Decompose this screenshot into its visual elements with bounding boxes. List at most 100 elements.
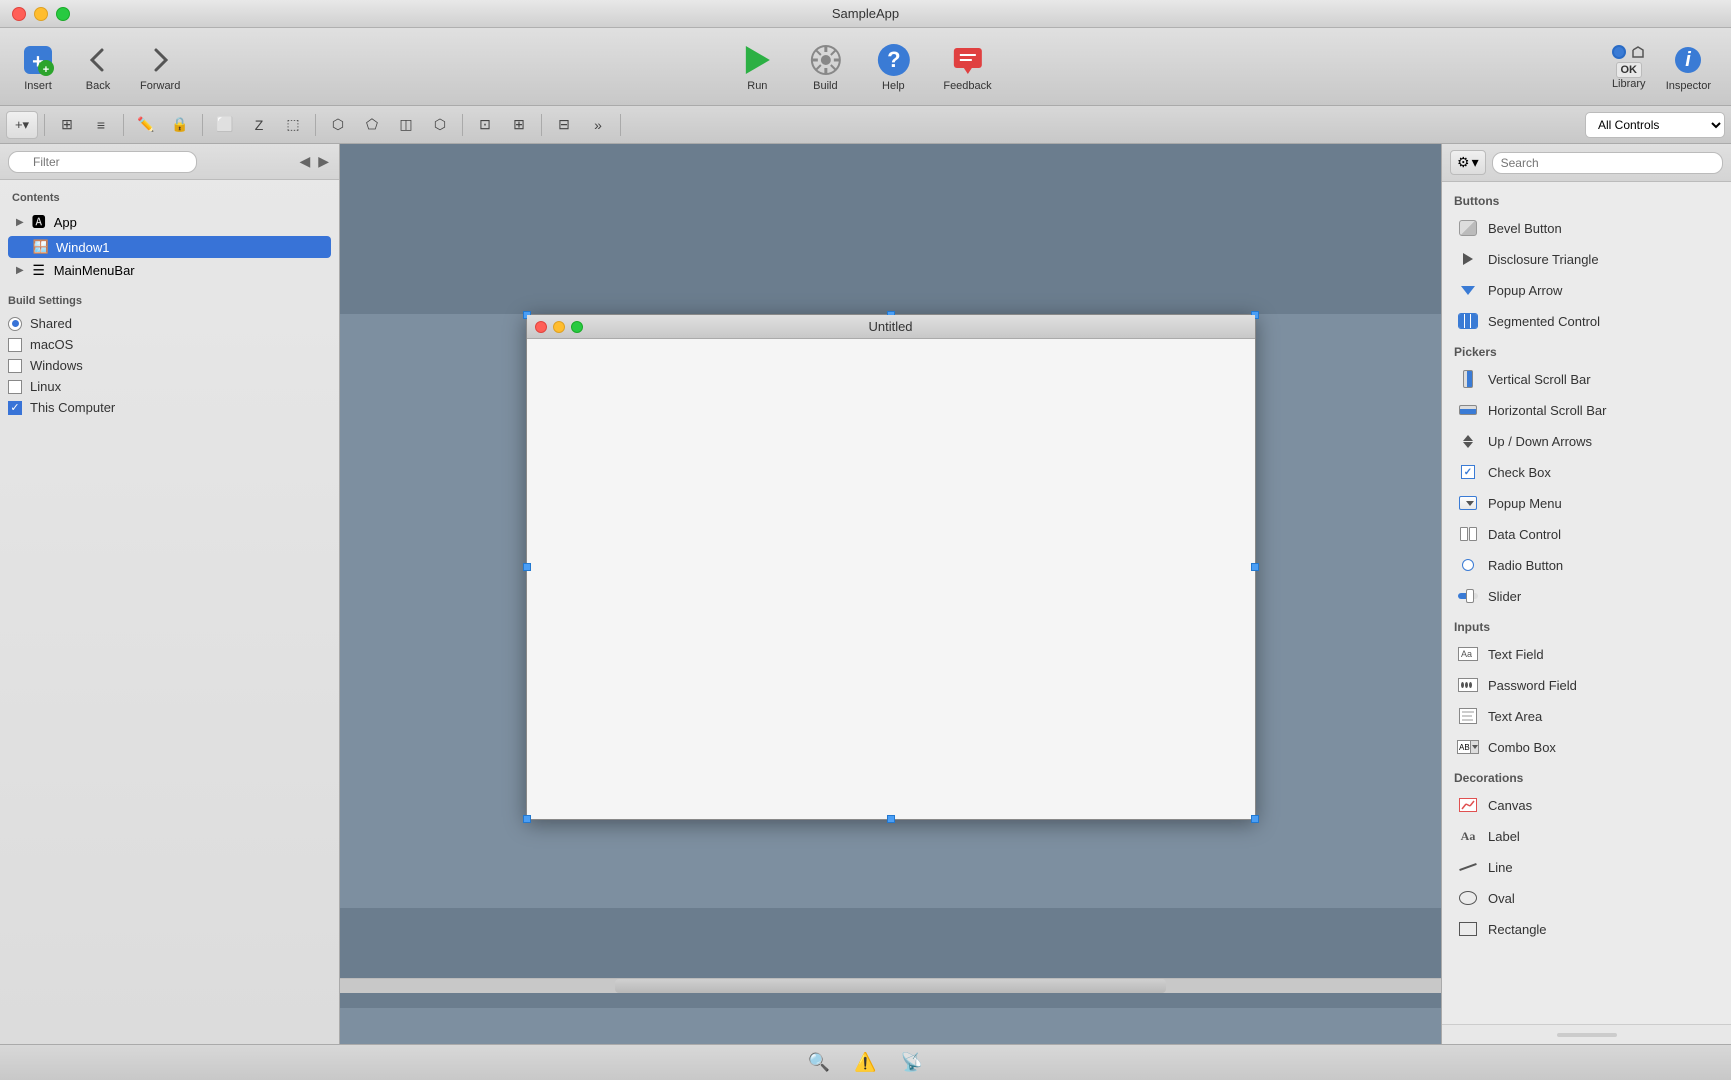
forward-button[interactable]: Forward (132, 38, 188, 96)
canvas-area[interactable]: Untitled (340, 144, 1441, 1044)
segmented-control-item[interactable]: Segmented Control (1446, 306, 1727, 336)
password-field-label: Password Field (1488, 678, 1577, 693)
filter-input[interactable] (8, 151, 197, 173)
popup-menu-item[interactable]: Popup Menu (1446, 488, 1727, 518)
lock-button[interactable]: 🔒 (164, 111, 196, 139)
warning-status-icon[interactable]: ⚠️ (854, 1052, 876, 1073)
text-field-item[interactable]: Aa Text Field (1446, 639, 1727, 669)
align-left-button[interactable]: ⊟ (548, 111, 580, 139)
controls-dropdown[interactable]: All Controls Buttons Inputs Containers (1585, 112, 1725, 138)
help-button[interactable]: ? Help (867, 38, 919, 96)
windows-checkbox[interactable] (8, 359, 22, 373)
antenna-status-icon[interactable]: 📡 (901, 1052, 923, 1073)
resize-button[interactable]: ⊡ (469, 111, 501, 139)
data-control-label: Data Control (1488, 527, 1561, 542)
maximize-button[interactable] (56, 7, 70, 21)
build-settings-section: Build Settings Shared macOS Windows (0, 287, 339, 426)
nav-back-arrow[interactable]: ◀ (297, 151, 312, 172)
oval-label: Oval (1488, 891, 1515, 906)
combo-box-item[interactable]: AB Combo Box (1446, 732, 1727, 762)
feedback-button[interactable]: Feedback (935, 38, 999, 96)
frame-button[interactable]: ⬚ (277, 111, 309, 139)
popup-arrow-item[interactable]: Popup Arrow (1446, 275, 1727, 305)
radio-button-item[interactable]: Radio Button (1446, 550, 1727, 580)
build-item-thiscomputer[interactable]: ✓ This Computer (8, 397, 331, 418)
sel-handle-mr[interactable] (1251, 563, 1259, 571)
line-item[interactable]: Line (1446, 852, 1727, 882)
macos-checkbox[interactable] (8, 338, 22, 352)
app-title: SampleApp (832, 6, 899, 21)
menubar-expand-arrow[interactable]: ▶ (16, 265, 24, 276)
linux-checkbox[interactable] (8, 380, 22, 394)
scale-button[interactable]: ⊞ (503, 111, 535, 139)
pickers-section-title: Pickers (1442, 337, 1731, 363)
minimize-button[interactable] (34, 7, 48, 21)
sel-handle-ml[interactable] (523, 563, 531, 571)
sidebar-item-app[interactable]: ▶ 🅰 App (8, 209, 331, 235)
forward-label: Forward (140, 80, 180, 92)
library-label: Library (1612, 78, 1646, 90)
slider-item[interactable]: Slider (1446, 581, 1727, 611)
window-content[interactable] (527, 339, 1255, 819)
line-icon (1458, 857, 1478, 877)
secondary-toolbar: +▾ ⊞ ≡ ✏️ 🔒 ⬜ Z ⬚ ⬡ ⬠ ◫ ⬡ ⊡ ⊞ ⊟ » All Co… (0, 106, 1731, 144)
bevel-button-icon (1458, 218, 1478, 238)
group-button[interactable]: ⬜ (209, 111, 241, 139)
insert-button[interactable]: + + Insert (12, 38, 64, 96)
nav-forward-arrow[interactable]: ▶ (316, 151, 331, 172)
window-minimize-button[interactable] (553, 321, 565, 333)
app-expand-arrow[interactable]: ▶ (16, 217, 24, 228)
horizontal-scroll-bar-item[interactable]: Horizontal Scroll Bar (1446, 395, 1727, 425)
build-item-macos[interactable]: macOS (8, 334, 331, 355)
thiscomputer-checkbox[interactable]: ✓ (8, 401, 22, 415)
canvas-scrollbar[interactable] (340, 978, 1441, 993)
arrange-button[interactable]: ◫ (390, 111, 422, 139)
add-object-button[interactable]: +▾ (6, 111, 38, 139)
gear-button[interactable]: ⚙ ▾ (1450, 150, 1486, 175)
shared-radio[interactable] (8, 317, 22, 331)
build-button[interactable]: Build (799, 38, 851, 96)
window-maximize-button[interactable] (571, 321, 583, 333)
check-box-item[interactable]: ✓ Check Box (1446, 457, 1727, 487)
list-view-button[interactable]: ≡ (85, 111, 117, 139)
ungroup-button[interactable]: Z (243, 111, 275, 139)
oval-item[interactable]: Oval (1446, 883, 1727, 913)
buttons-section-title: Buttons (1442, 186, 1731, 212)
disclosure-triangle-item[interactable]: Disclosure Triangle (1446, 244, 1727, 274)
pen-tool-button[interactable]: ✏️ (130, 111, 162, 139)
sel-handle-br[interactable] (1251, 815, 1259, 823)
label-item[interactable]: Aa Label (1446, 821, 1727, 851)
build-item-shared[interactable]: Shared (8, 313, 331, 334)
password-field-item[interactable]: Password Field (1446, 670, 1727, 700)
text-area-item[interactable]: Text Area (1446, 701, 1727, 731)
connect-button[interactable]: ⬡ (322, 111, 354, 139)
disconnect-button[interactable]: ⬠ (356, 111, 388, 139)
grid-view-button[interactable]: ⊞ (51, 111, 83, 139)
align-button[interactable]: ⬡ (424, 111, 456, 139)
sel-handle-bc[interactable] (887, 815, 895, 823)
close-button[interactable] (12, 7, 26, 21)
scrollbar-thumb[interactable] (615, 979, 1166, 993)
build-item-windows[interactable]: Windows (8, 355, 331, 376)
data-control-item[interactable]: Data Control (1446, 519, 1727, 549)
library-button[interactable]: OK Library (1604, 40, 1654, 94)
canvas-item[interactable]: Canvas (1446, 790, 1727, 820)
build-item-linux[interactable]: Linux (8, 376, 331, 397)
horizontal-scroll-bar-label: Horizontal Scroll Bar (1488, 403, 1607, 418)
more-button[interactable]: » (582, 111, 614, 139)
bevel-button-item[interactable]: Bevel Button (1446, 213, 1727, 243)
rectangle-item[interactable]: Rectangle (1446, 914, 1727, 944)
sel-handle-bl[interactable] (523, 815, 531, 823)
search-status-icon[interactable]: 🔍 (808, 1052, 830, 1073)
sidebar-item-window1[interactable]: 🪟 Window1 (8, 236, 331, 258)
sidebar-item-mainmenubar[interactable]: ▶ ☰ MainMenuBar (8, 259, 331, 282)
inspector-button[interactable]: i Inspector (1658, 38, 1719, 96)
back-button[interactable]: Back (72, 38, 124, 96)
popup-arrow-icon (1458, 280, 1478, 300)
vertical-scroll-bar-item[interactable]: Vertical Scroll Bar (1446, 364, 1727, 394)
window-close-button[interactable] (535, 321, 547, 333)
disclosure-triangle-label: Disclosure Triangle (1488, 252, 1599, 267)
panel-search-input[interactable] (1492, 152, 1723, 174)
up-down-arrows-item[interactable]: Up / Down Arrows (1446, 426, 1727, 456)
run-button[interactable]: Run (731, 38, 783, 96)
